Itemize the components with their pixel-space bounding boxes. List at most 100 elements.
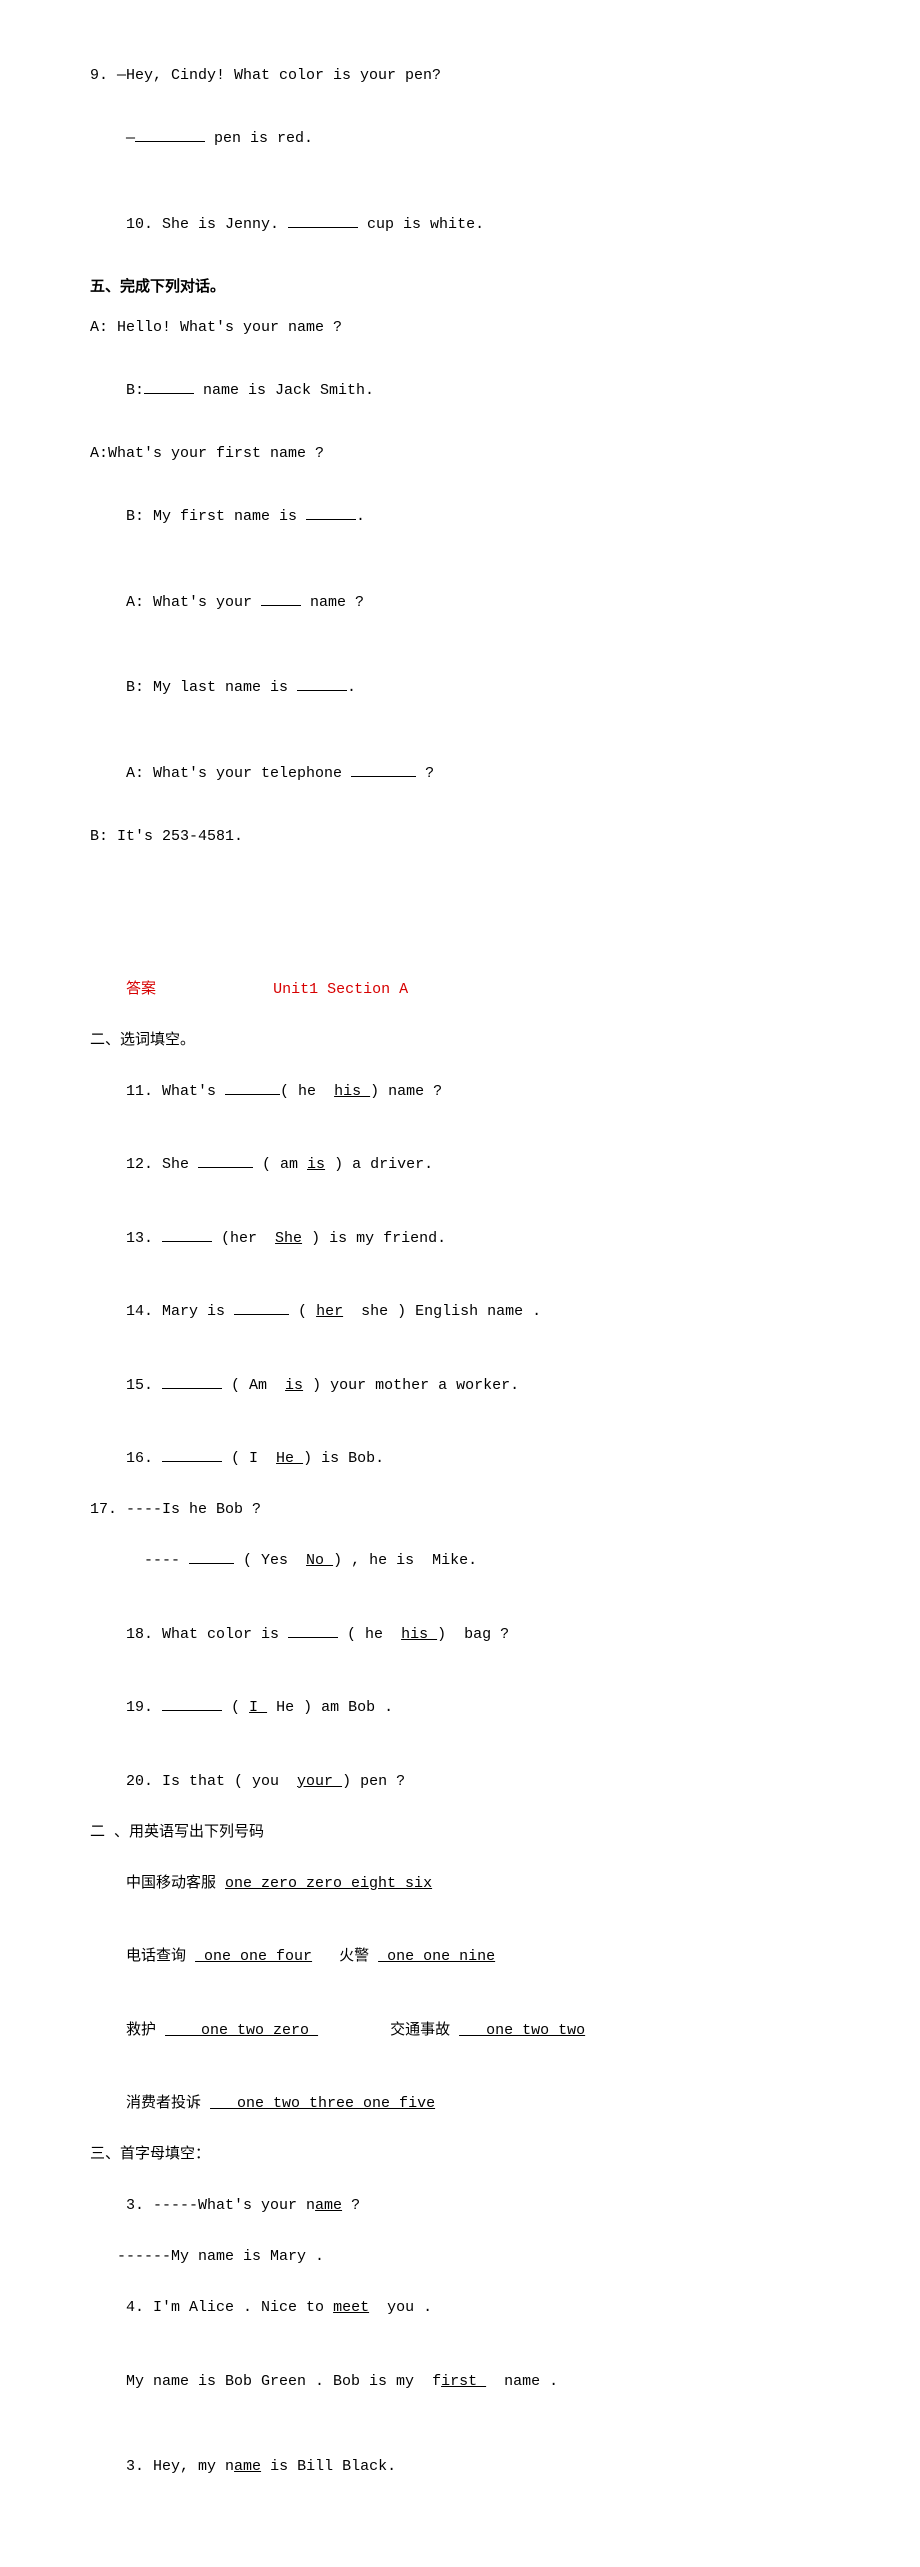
text: ( Yes [234,1552,306,1569]
text: ) name ? [370,1083,442,1100]
underline-answer: She [275,1230,302,1247]
underline-answer: No [306,1552,333,1569]
text: ? [342,2197,360,2214]
text: ( [289,1303,316,1320]
dialogue-line-5: A: What's your name ? [90,569,830,637]
text: ) pen ? [342,1773,405,1790]
text: ( am [253,1156,307,1173]
d7-suffix: ? [416,765,434,782]
blank [162,1461,222,1462]
text: 12. She [126,1156,198,1173]
underline-answer: one two two [459,2022,585,2039]
text: 交通事故 [318,2022,459,2039]
text: 火警 [312,1948,378,1965]
answers-title: Unit1 Section A [273,981,408,998]
text: 16. [126,1450,162,1467]
text: 18. What color is [126,1626,288,1643]
underline-answer: I [249,1699,267,1716]
text: 救护 [126,2022,165,2039]
ans-17a: 17. ----Is he Bob ? [90,1499,830,1522]
section-2b-heading: 二 、用英语写出下列号码 [90,1822,830,1845]
text: 15. [126,1377,162,1394]
ans-11: 11. What's ( he his ) name ? [90,1058,830,1126]
text: (her [212,1230,275,1247]
dialogue-line-4: B: My first name is . [90,484,830,552]
blank [297,690,347,691]
underline-answer: his [334,1083,370,1100]
blank [306,519,356,520]
text: 4. I'm Alice . Nice to [126,2299,333,2316]
ans-20: 20. Is that ( you your ) pen ? [90,1748,830,1816]
underline-answer: is [285,1377,303,1394]
num-1: 中国移动客服 one zero zero eight six [90,1850,830,1918]
text: ) is my friend. [302,1230,446,1247]
blank [198,1167,253,1168]
blank [225,1094,280,1095]
d6-suffix: . [347,679,356,696]
s3-3a: 3. -----What's your name ? [90,2173,830,2241]
text: name . [486,2373,558,2390]
s3-6: 3. Hey, my name is Bill Black. [90,2434,830,2502]
text: My name is Bob Green . Bob is my f [126,2373,441,2390]
q9b-prefix: — [126,130,135,147]
text: ) is Bob. [303,1450,384,1467]
ans-16: 16. ( I He ) is Bob. [90,1426,830,1494]
blank [288,1637,338,1638]
text: ( I [222,1450,276,1467]
blank [162,1710,222,1711]
text: 电话查询 [126,1948,195,1965]
d4-prefix: B: My first name is [126,508,306,525]
blank [234,1314,289,1315]
blank [351,776,416,777]
text: ) a driver. [325,1156,433,1173]
underline-answer: one one four [195,1948,312,1965]
underline-answer: one two zero [165,2022,318,2039]
blank [261,605,301,606]
underline-answer: his [401,1626,437,1643]
question-9b: — pen is red. [90,106,830,174]
d2-suffix: name is Jack Smith. [194,382,374,399]
underline-answer: her [316,1303,343,1320]
text: 19. [126,1699,162,1716]
d2-prefix: B: [126,382,144,399]
question-10: 10. She is Jenny. cup is white. [90,191,830,259]
text: ( Am [222,1377,285,1394]
d5-prefix: A: What's your [126,594,261,611]
spacer [90,866,830,956]
underline-answer: one two three one five [210,2095,435,2112]
ans-13: 13. (her She ) is my friend. [90,1205,830,1273]
question-9a: 9. —Hey, Cindy! What color is your pen? [90,65,830,88]
underline-answer: your [297,1773,342,1790]
dialogue-line-1: A: Hello! What's your name ? [90,317,830,340]
num-2: 电话查询 one one four 火警 one one nine [90,1924,830,1992]
underline-answer: one zero zero eight six [225,1875,432,1892]
spacer-inline [156,981,273,998]
text: 20. Is that ( you [126,1773,297,1790]
dialogue-line-8: B: It's 253-4581. [90,826,830,849]
blank [288,227,358,228]
blank [162,1388,222,1389]
d6-prefix: B: My last name is [126,679,297,696]
text: 13. [126,1230,162,1247]
blank [144,393,194,394]
underline-answer: is [307,1156,325,1173]
text: you . [369,2299,432,2316]
d5-suffix: name ? [301,594,364,611]
text: ) your mother a worker. [303,1377,519,1394]
blank [135,141,205,142]
section-5-heading: 五、完成下列对话。 [90,277,830,300]
blank [189,1563,234,1564]
ans-19: 19. ( I He ) am Bob . [90,1675,830,1743]
s3-4: 4. I'm Alice . Nice to meet you . [90,2275,830,2343]
ans-15: 15. ( Am is ) your mother a worker. [90,1352,830,1420]
ans-17b: ---- ( Yes No ) , he is Mike. [90,1528,830,1596]
blank [162,1241,212,1242]
dialogue-line-6: B: My last name is . [90,655,830,723]
q9b-suffix: pen is red. [205,130,313,147]
s3-5: My name is Bob Green . Bob is my first n… [90,2348,830,2416]
text: ---- [126,1552,189,1569]
num-3: 救护 one two zero 交通事故 one two two [90,1997,830,2065]
text: ) , he is Mike. [333,1552,477,1569]
text: ) bag ? [437,1626,509,1643]
ans-14: 14. Mary is ( her she ) English name . [90,1279,830,1347]
